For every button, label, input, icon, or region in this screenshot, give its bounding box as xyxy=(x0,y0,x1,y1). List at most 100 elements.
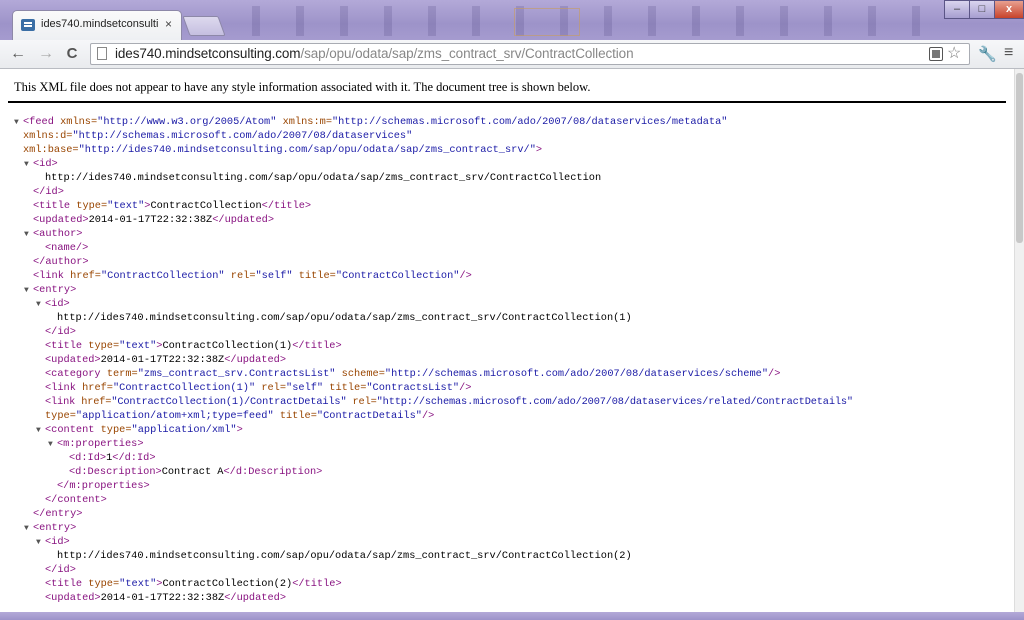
xml-line: <title type="text">ContractCollection(2)… xyxy=(45,577,342,591)
xml-attr-value: "http://www.w3.org/2005/Atom" xyxy=(97,116,277,128)
xml-attr-name: type= xyxy=(88,578,120,590)
xml-tag: </title> xyxy=(292,340,342,352)
xml-line: </id> xyxy=(33,185,64,199)
collapse-triangle-icon[interactable]: ▼ xyxy=(36,536,45,550)
minimize-button[interactable]: – xyxy=(944,0,970,19)
collapse-triangle-icon[interactable]: ▼ xyxy=(24,522,33,536)
window-title-bar: ides740.mindsetconsulting × – □ x xyxy=(0,0,1024,40)
vertical-scrollbar[interactable] xyxy=(1014,69,1024,620)
xml-tag: </id> xyxy=(45,326,76,338)
xml-text: 2014-01-17T22:32:38Z xyxy=(100,354,225,366)
xml-attr-value: "http://ides740.mindsetconsulting.com/sa… xyxy=(78,144,536,156)
collapse-triangle-icon[interactable]: ▼ xyxy=(48,438,57,452)
collapse-triangle-icon[interactable]: ▼ xyxy=(24,228,33,242)
xml-line: <updated>2014-01-17T22:32:38Z</updated> xyxy=(45,353,286,367)
xml-line: </content> xyxy=(45,493,107,507)
xml-tag: <content xyxy=(45,424,95,436)
xml-attr-value: "http://schemas.microsoft.com/ado/2007/0… xyxy=(332,116,728,128)
xml-tag: </updated> xyxy=(212,214,275,226)
xml-attr-value: "http://schemas.microsoft.com/ado/2007/0… xyxy=(72,130,413,142)
xml-line: xml:base="http://ides740.mindsetconsulti… xyxy=(23,143,542,157)
xml-attr-name: xmlns:m= xyxy=(282,116,332,128)
xml-line: ▼ <m:properties> xyxy=(48,437,144,451)
xml-tag: <link xyxy=(33,270,64,282)
xml-line: ▼ <feed xmlns="http://www.w3.org/2005/Ato… xyxy=(14,115,727,129)
xml-tag: <id> xyxy=(45,536,70,548)
xml-tag: <d:Description> xyxy=(69,466,162,478)
xml-text: http://ides740.mindsetconsulting.com/sap… xyxy=(57,312,632,324)
xml-line: <title type="text">ContractCollection(1)… xyxy=(45,339,342,353)
xml-tag: <updated> xyxy=(45,592,101,604)
maximize-button[interactable]: □ xyxy=(969,0,995,19)
xml-tag: <author> xyxy=(33,228,83,240)
xml-line: <updated>2014-01-17T22:32:38Z</updated> xyxy=(33,213,274,227)
collapse-triangle-icon[interactable]: ▼ xyxy=(36,298,45,312)
xml-line: http://ides740.mindsetconsulting.com/sap… xyxy=(57,311,632,325)
xml-attr-name: rel= xyxy=(230,270,256,282)
xml-attr-value: "ContractsList" xyxy=(366,382,460,394)
url-text[interactable]: ides740.mindsetconsulting.com/sap/opu/od… xyxy=(115,46,634,61)
xml-text: http://ides740.mindsetconsulting.com/sap… xyxy=(45,172,602,184)
xml-tag: </content> xyxy=(45,494,107,506)
xml-line: http://ides740.mindsetconsulting.com/sap… xyxy=(45,171,601,185)
xml-tag: </updated> xyxy=(224,592,287,604)
xml-tag: </author> xyxy=(33,256,89,268)
xml-line: ▼ <id> xyxy=(36,535,70,549)
xml-info-message: This XML file does not appear to have an… xyxy=(14,80,591,94)
xml-line: ▼ <id> xyxy=(24,157,58,171)
xml-line: <d:Description>Contract A</d:Description… xyxy=(69,465,322,479)
xml-line: <link href="ContractCollection" rel="sel… xyxy=(33,269,472,283)
collapse-triangle-icon[interactable]: ▼ xyxy=(24,158,33,172)
xml-attr-name: rel= xyxy=(352,396,377,408)
xml-tag: <m:properties> xyxy=(57,438,144,450)
xml-line: ▼ <entry> xyxy=(24,521,76,535)
xml-tag: <title xyxy=(45,340,83,352)
xml-attr-name: xmlns:d= xyxy=(23,130,73,142)
xml-tag: <category xyxy=(45,368,101,380)
xml-tag: /> xyxy=(421,410,435,422)
xml-attr-name: type= xyxy=(88,340,120,352)
xml-tag: <feed xyxy=(23,116,54,128)
background-ribbon-highlight xyxy=(514,8,580,36)
xml-attr-name: rel= xyxy=(261,382,287,394)
xml-attr-name: type= xyxy=(45,410,76,422)
menu-icon[interactable]: ≡ xyxy=(1004,44,1013,62)
wrench-icon[interactable]: 🔧 xyxy=(978,45,997,63)
collapse-triangle-icon[interactable]: ▼ xyxy=(14,116,23,130)
xml-line: <title type="text">ContractCollection</t… xyxy=(33,199,311,213)
xml-attr-name: href= xyxy=(70,270,101,282)
xml-tag: </title> xyxy=(261,200,312,212)
xml-tag: <updated> xyxy=(45,354,101,366)
xml-text: 2014-01-17T22:32:38Z xyxy=(100,592,225,604)
xml-attr-name: title= xyxy=(279,410,317,422)
xml-attr-value: "ContractCollection(1)" xyxy=(113,382,256,394)
collapse-triangle-icon[interactable]: ▼ xyxy=(24,284,33,298)
xml-line: ▼ <content type="application/xml"> xyxy=(36,423,243,437)
tab-close-button[interactable]: × xyxy=(165,17,172,31)
star-icon[interactable]: ☆ xyxy=(947,43,961,63)
xml-tag: /> xyxy=(768,368,781,380)
xml-attr-value: "http://schemas.microsoft.com/ado/2007/0… xyxy=(384,368,769,380)
forward-icon[interactable]: → xyxy=(36,44,56,64)
xml-tag: <link xyxy=(45,382,76,394)
xml-tag: <updated> xyxy=(33,214,89,226)
xml-line: <link href="ContractCollection(1)/Contra… xyxy=(45,395,853,409)
collapse-triangle-icon[interactable]: ▼ xyxy=(36,424,45,438)
xml-attr-value: "text" xyxy=(119,578,157,590)
page-action-icon[interactable] xyxy=(929,47,943,61)
xml-tag: > xyxy=(236,424,243,436)
xml-tag: </m:properties> xyxy=(57,480,150,492)
xml-attr-name: href= xyxy=(82,382,113,394)
new-tab-button[interactable] xyxy=(182,16,226,36)
reload-icon[interactable]: C xyxy=(62,44,82,64)
xml-line: <updated>2014-01-17T22:32:38Z</updated> xyxy=(45,591,286,605)
xml-line: </entry> xyxy=(33,507,82,521)
address-bar[interactable]: ides740.mindsetconsulting.com/sap/opu/od… xyxy=(90,43,970,65)
page-icon xyxy=(97,47,107,60)
xml-tag: <entry> xyxy=(33,522,77,534)
xml-attr-value: "ContractDetails" xyxy=(316,410,422,422)
close-window-button[interactable]: x xyxy=(994,0,1024,19)
browser-tab[interactable]: ides740.mindsetconsulting × xyxy=(12,10,182,40)
scrollbar-thumb[interactable] xyxy=(1016,73,1023,243)
back-icon[interactable]: ← xyxy=(8,44,28,64)
